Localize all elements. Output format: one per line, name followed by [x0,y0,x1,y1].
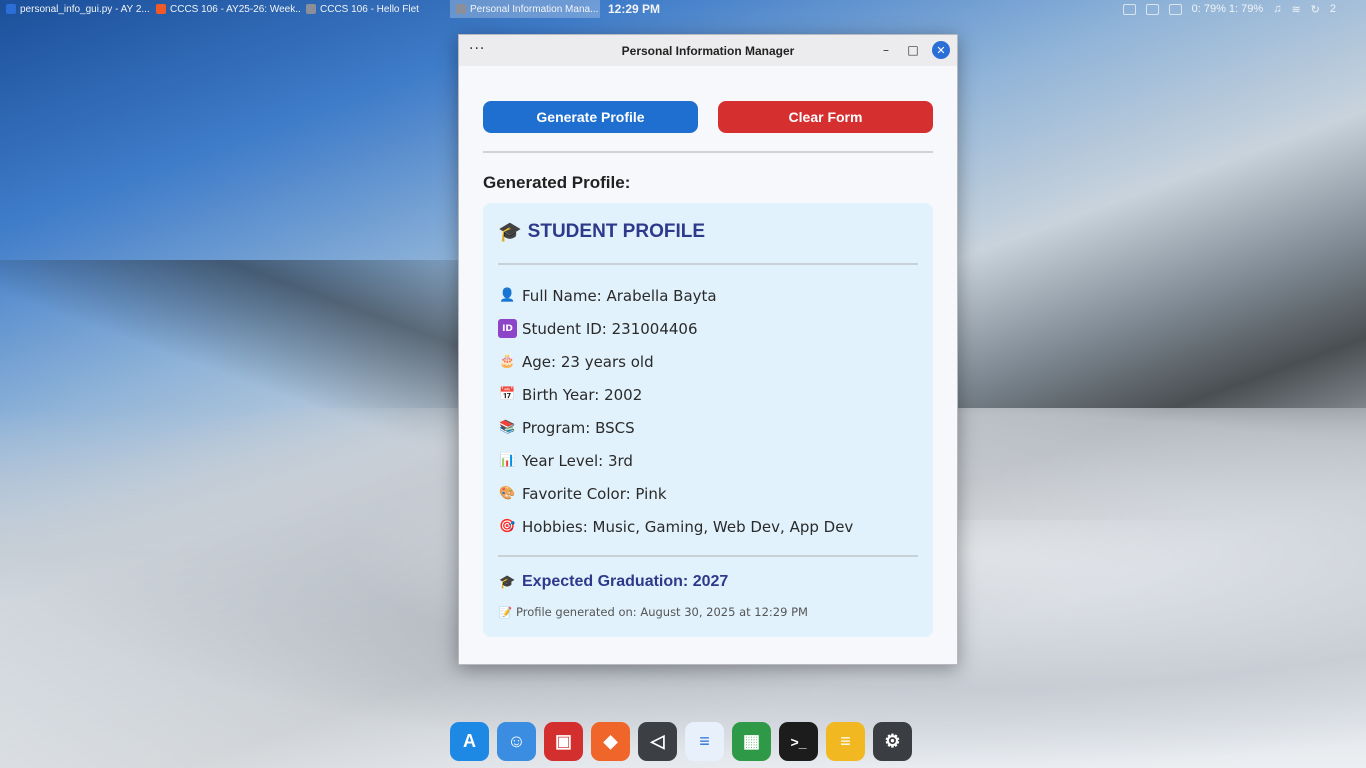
task-personal-info[interactable]: Personal Information Mana... [450,0,600,18]
clock[interactable]: 12:29 PM [608,2,660,16]
profile-title: 🎓 STUDENT PROFILE [498,219,918,245]
battery-icon[interactable] [1168,3,1182,15]
card-divider [498,263,918,265]
network-icon[interactable] [1145,3,1159,15]
dock-sheets-icon[interactable]: ▦ [732,722,771,761]
calendar-icon: 📅 [499,387,516,402]
profile-title-text: STUDENT PROFILE [527,221,706,242]
notification-count: 2 [1329,3,1336,15]
divider [483,151,933,153]
field-row-hobbies: 🎯 Hobbies: Music, Gaming, Web Dev, App D… [498,510,918,543]
task-label: Personal Information Mana... [470,3,599,15]
minimize-icon[interactable]: – [877,41,895,59]
graduation-cap-icon: 🎓 [498,222,522,243]
app-window: ··· Personal Information Manager – □ ✕ G… [458,34,958,665]
maximize-icon[interactable]: □ [904,41,922,59]
profile-card: 🎓 STUDENT PROFILE 👤 Full Name: Arabella … [483,203,933,637]
generated-text: Profile generated on: August 30, 2025 at… [516,605,808,619]
field-row-favorite-color: 🎨 Favorite Color: Pink [498,477,918,510]
field-text: Program: BSCS [522,418,635,437]
field-row-student-id: ID Student ID: 231004406 [498,312,918,345]
top-taskbar: personal_info_gui.py - AY 2... CCCS 106 … [0,0,1366,18]
dock-terminal-icon[interactable]: >_ [779,722,818,761]
camera-icon[interactable] [1122,3,1136,15]
field-row-birth-year: 📅 Birth Year: 2002 [498,378,918,411]
field-text: Favorite Color: Pink [522,484,667,503]
window-icon [456,4,466,14]
field-row-age: 🎂 Age: 23 years old [498,345,918,378]
music-icon[interactable]: ♫ [1273,3,1281,15]
task-vscode[interactable]: personal_info_gui.py - AY 2... [0,0,150,18]
field-text: Full Name: Arabella Bayta [522,286,717,305]
close-icon[interactable]: ✕ [932,41,950,59]
cake-icon: 🎂 [499,354,516,369]
task-hello-flet[interactable]: CCCS 106 - Hello Flet [300,0,450,18]
dock-finder-icon[interactable]: ☺ [497,722,536,761]
dock-notes-icon[interactable]: ≡ [826,722,865,761]
vscode-icon [6,4,16,14]
id-icon: ID [498,319,517,338]
task-browser[interactable]: CCCS 106 - AY25-26: Week... [150,0,300,18]
task-label: CCCS 106 - AY25-26: Week... [170,3,300,15]
battery-text: 0: 79% 1: 79% [1191,3,1264,15]
field-row-full-name: 👤 Full Name: Arabella Bayta [498,279,918,312]
wifi-icon[interactable]: ≋ [1291,3,1300,16]
field-row-year-level: 📊 Year Level: 3rd [498,444,918,477]
dock-photo-icon[interactable]: ▣ [544,722,583,761]
palette-icon: 🎨 [499,486,516,501]
memo-icon: 📝 [498,605,513,619]
generate-profile-button[interactable]: Generate Profile [483,101,698,133]
chart-icon: 📊 [499,453,516,468]
section-heading: Generated Profile: [483,173,631,192]
dock-settings-icon[interactable]: ⚙ [873,722,912,761]
field-text: Student ID: 231004406 [522,319,698,338]
generated-timestamp: 📝 Profile generated on: August 30, 2025 … [498,597,918,627]
field-row-program: 📚 Program: BSCS [498,411,918,444]
card-divider [498,555,918,557]
graduation-text: Expected Graduation: 2027 [522,573,729,590]
target-icon: 🎯 [499,519,516,534]
field-text: Year Level: 3rd [522,451,633,470]
system-tray: 0: 79% 1: 79% ♫ ≋ ↻ 2 [1122,3,1366,16]
field-text: Age: 23 years old [522,352,654,371]
dock-brave-icon[interactable]: ◆ [591,722,630,761]
window-icon [306,4,316,14]
brave-icon [156,4,166,14]
task-label: CCCS 106 - Hello Flet [320,3,419,15]
notification-icon[interactable]: ↻ [1311,3,1320,16]
field-text: Birth Year: 2002 [522,385,643,404]
expected-graduation: 🎓 Expected Graduation: 2027 [498,567,918,597]
field-text: Hobbies: Music, Gaming, Web Dev, App Dev [522,517,854,536]
books-icon: 📚 [499,420,516,435]
graduation-cap-icon: 🎓 [499,574,516,589]
dock-vscode-icon[interactable]: ◁ [638,722,677,761]
clear-form-button[interactable]: Clear Form [718,101,933,133]
action-row: Generate Profile Clear Form [483,101,933,133]
window-content: Generate Profile Clear Form Generated Pr… [483,101,933,637]
dock-docs-icon[interactable]: ≡ [685,722,724,761]
task-label: personal_info_gui.py - AY 2... [20,3,150,15]
dock-appstore-icon[interactable]: A [450,722,489,761]
dock: A ☺ ▣ ◆ ◁ ≡ ▦ >_ ≡ ⚙ [450,722,912,761]
title-bar[interactable]: ··· Personal Information Manager – □ ✕ [459,35,957,66]
person-icon: 👤 [499,288,516,303]
